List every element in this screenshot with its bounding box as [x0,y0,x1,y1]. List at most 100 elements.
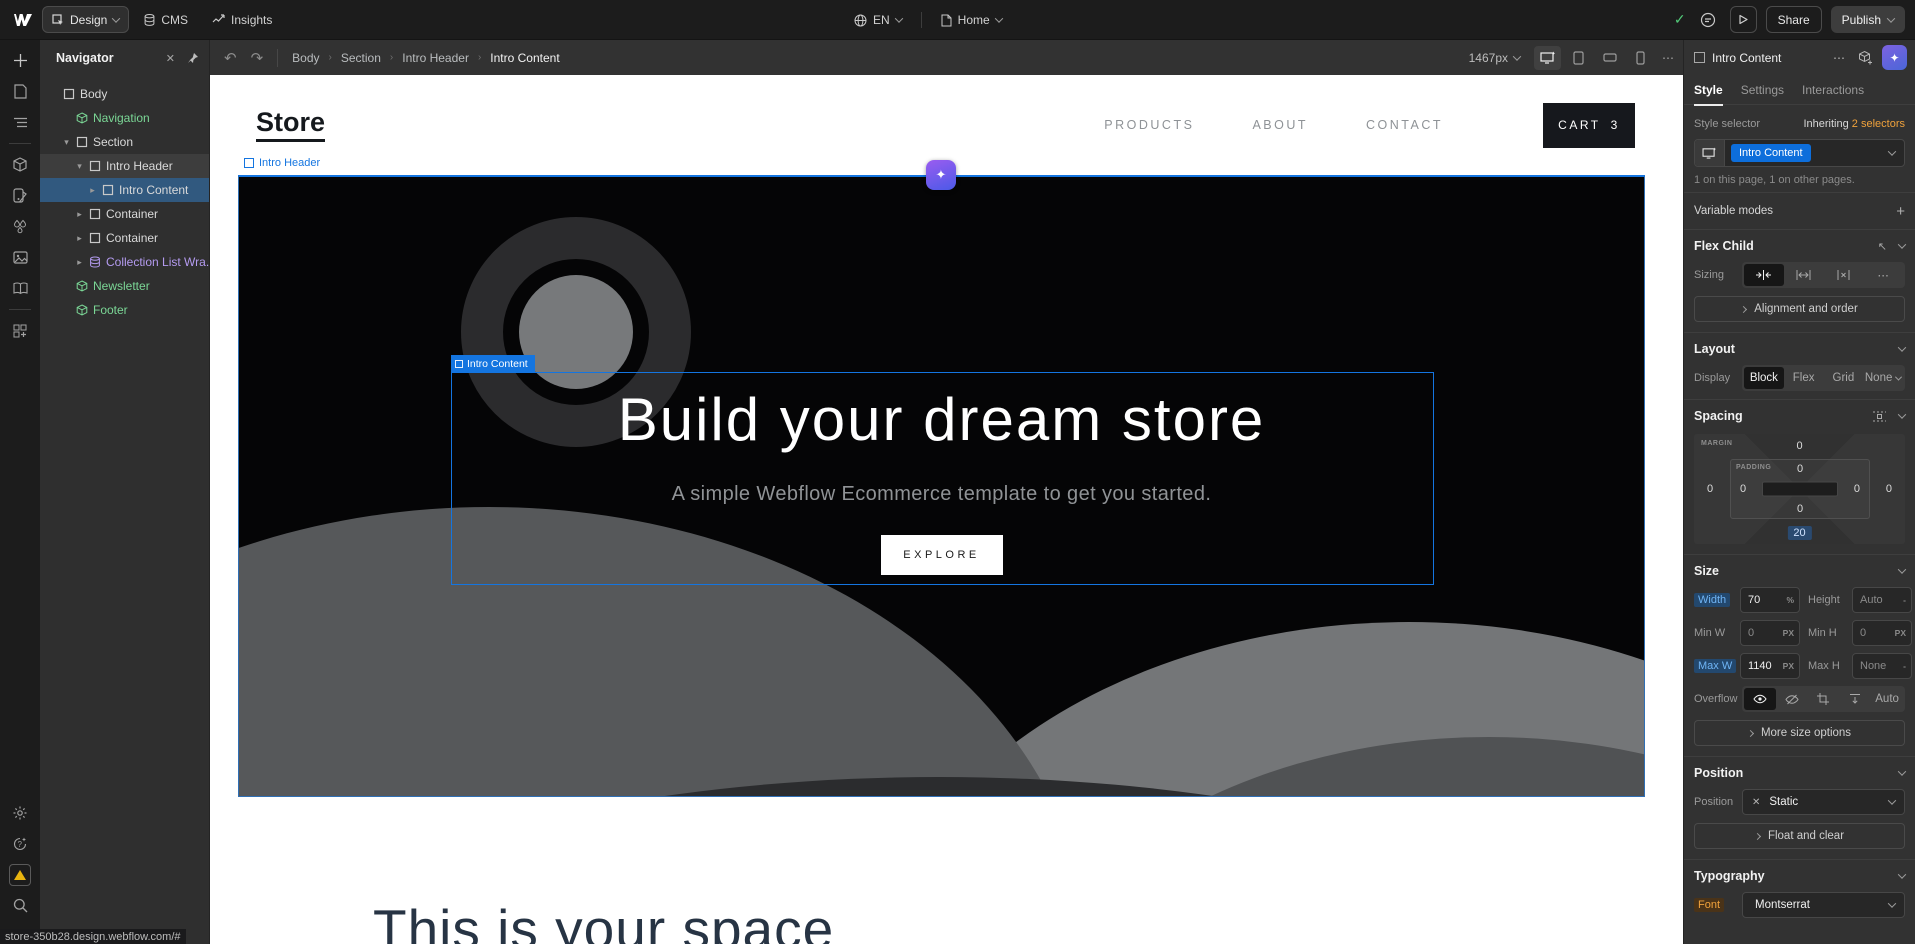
navigator-item-intro-content[interactable]: ▸Intro Content [40,178,209,202]
preview-button[interactable] [1730,6,1757,33]
navigator-item-container[interactable]: ▸Container [40,202,209,226]
more-breakpoints-button[interactable]: ⋯ [1662,51,1675,65]
display-none-button[interactable]: None [1863,367,1903,389]
nav-link-contact[interactable]: CONTACT [1366,118,1443,132]
breadcrumb-item[interactable]: Section [341,51,381,65]
clear-icon[interactable]: ✕ [1752,797,1760,808]
sizing-none-button[interactable] [1824,264,1864,286]
navigator-item-footer[interactable]: Footer [40,298,209,322]
navigator-item-body[interactable]: Body [40,82,209,106]
display-flex-button[interactable]: Flex [1784,367,1824,389]
ai-assistant-button[interactable]: ✦ [1882,45,1907,70]
tree-expand-icon[interactable]: ▸ [75,209,84,220]
undo-button[interactable]: ↶ [224,49,237,67]
style-selector-input[interactable]: Intro Content [1694,139,1905,167]
display-block-button[interactable]: Block [1744,367,1784,389]
min-height-input[interactable]: 0PX [1852,620,1912,646]
overflow-scroll-button[interactable] [1808,688,1840,710]
chevron-down-icon[interactable] [1898,240,1906,248]
chevron-down-icon[interactable] [1898,565,1906,573]
max-width-unit[interactable]: PX [1783,661,1794,671]
navigator-item-newsletter[interactable]: Newsletter [40,274,209,298]
page-switcher[interactable]: Home [932,7,1011,34]
intro-header-selection-label[interactable]: Intro Header [244,157,320,169]
float-and-clear-button[interactable]: Float and clear [1694,823,1905,849]
padding-top-value[interactable]: 0 [1797,463,1803,475]
ai-element-handle[interactable]: ✦ [926,160,956,190]
variables-button[interactable] [0,211,40,242]
width-input[interactable]: 70% [1740,587,1800,613]
components-button[interactable] [0,149,40,180]
explore-button[interactable]: EXPLORE [881,535,1003,575]
margin-right-value[interactable]: 0 [1886,483,1892,495]
nav-link-products[interactable]: PRODUCTS [1104,118,1194,132]
help-button[interactable]: ? [0,828,40,859]
tree-expand-icon[interactable]: ▸ [75,233,84,244]
sizing-more-button[interactable]: ⋯ [1863,264,1903,286]
insights-button[interactable]: Insights [203,6,281,33]
breakpoint-tablet-button[interactable] [1565,46,1592,70]
more-options-button[interactable]: ⋯ [1830,49,1848,67]
search-button[interactable] [0,890,40,921]
overflow-clip-button[interactable] [1839,688,1871,710]
font-select[interactable]: Montserrat [1742,892,1905,918]
chevron-down-icon[interactable] [1898,343,1906,351]
pin-icon[interactable] [187,52,199,64]
max-height-unit[interactable]: - [1903,661,1906,671]
height-input[interactable]: Auto- [1852,587,1912,613]
navigator-item-intro-header[interactable]: ▾Intro Header [40,154,209,178]
tab-interactions[interactable]: Interactions [1802,75,1864,105]
more-size-options-button[interactable]: More size options [1694,720,1905,746]
tab-settings[interactable]: Settings [1741,75,1784,105]
sizing-shrink-button[interactable] [1744,264,1784,286]
add-elements-button[interactable] [0,45,40,76]
breadcrumb-item[interactable]: Intro Header [402,51,469,65]
overflow-visible-button[interactable] [1744,688,1776,710]
min-width-unit[interactable]: PX [1783,628,1794,638]
tree-expand-icon[interactable]: ▸ [75,257,84,268]
style-manager-button[interactable] [0,180,40,211]
intro-content-selection-badge[interactable]: Intro Content [451,355,535,372]
max-width-input[interactable]: 1140PX [1740,653,1800,679]
breadcrumb-item-current[interactable]: Intro Content [490,51,559,65]
tree-expand-icon[interactable]: ▸ [88,185,97,196]
apps-button[interactable] [0,315,40,346]
webflow-logo-icon[interactable] [10,9,36,31]
margin-left-value[interactable]: 0 [1707,483,1713,495]
alignment-and-order-button[interactable]: Alignment and order [1694,296,1905,322]
overflow-auto-button[interactable]: Auto [1871,688,1903,710]
settings-button[interactable] [0,797,40,828]
canvas-width-dropdown[interactable]: 1467px [1469,51,1520,65]
sizing-grow-button[interactable] [1784,264,1824,286]
navigator-item-navigation[interactable]: Navigation [40,106,209,130]
position-select[interactable]: ✕ Static [1742,789,1905,815]
max-height-input[interactable]: None- [1852,653,1912,679]
overflow-hidden-button[interactable] [1776,688,1808,710]
corner-arrow-icon[interactable]: ↖ [1878,240,1887,253]
pages-button[interactable] [0,76,40,107]
spacing-options-icon[interactable] [1872,410,1887,423]
chevron-down-icon[interactable] [1898,410,1906,418]
create-component-button[interactable] [1856,49,1874,67]
inheriting-selectors-link[interactable]: 2 selectors [1852,118,1905,130]
padding-left-value[interactable]: 0 [1740,483,1746,495]
navigator-item-section[interactable]: ▾Section [40,130,209,154]
upgrade-button[interactable] [0,859,40,890]
display-grid-button[interactable]: Grid [1824,367,1864,389]
navigator-button[interactable] [0,107,40,138]
breakpoint-desktop-button[interactable] [1534,46,1561,70]
tree-expand-icon[interactable]: ▾ [62,137,71,148]
cart-button[interactable]: CART 3 [1543,103,1635,148]
redo-button[interactable]: ↷ [251,49,264,67]
design-mode-button[interactable]: Design [42,6,129,33]
width-unit[interactable]: % [1786,595,1794,605]
selector-class-chip[interactable]: Intro Content [1731,144,1811,162]
chevron-down-icon[interactable] [1898,870,1906,878]
padding-bottom-value[interactable]: 0 [1797,503,1803,515]
share-button[interactable]: Share [1766,6,1822,33]
breadcrumb-item[interactable]: Body [292,51,319,65]
libraries-button[interactable] [0,273,40,304]
margin-top-value[interactable]: 0 [1796,440,1802,452]
chevron-down-icon[interactable] [1898,767,1906,775]
tab-style[interactable]: Style [1694,75,1723,105]
